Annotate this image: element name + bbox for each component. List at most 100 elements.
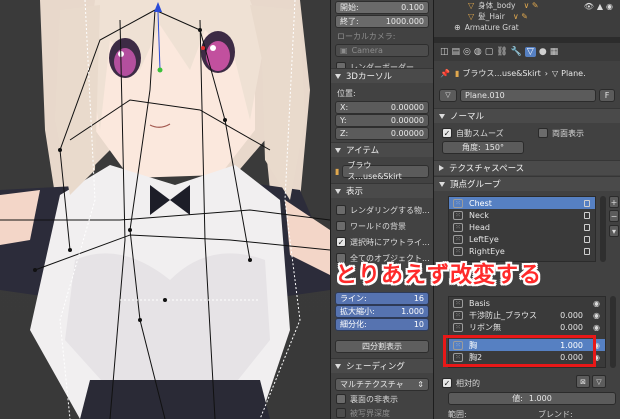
list-item[interactable]: ⁙ リボン無 0.000 ◉ bbox=[449, 321, 605, 333]
remove-vertex-group-button[interactable]: − bbox=[609, 210, 619, 222]
shading-panel-header[interactable]: シェーディング bbox=[331, 358, 433, 373]
double-sided-label: 両面表示 bbox=[552, 128, 584, 138]
fake-user-button[interactable]: F bbox=[599, 88, 615, 102]
relative-label: 相対的 bbox=[456, 378, 480, 388]
mesh-browse-button[interactable]: ▽ bbox=[439, 88, 457, 102]
mesh-name-field[interactable]: Plane.010 bbox=[460, 88, 596, 102]
outliner-row-armature[interactable]: ⊕ Armature Grat bbox=[454, 22, 620, 33]
world-bg-checkbox[interactable]: ワールドの背景 bbox=[336, 220, 431, 232]
outline-selected-checkbox[interactable]: ✓ 選択時にアウトライ... bbox=[336, 236, 431, 248]
vertex-groups-label: 頂点グループ bbox=[450, 180, 501, 190]
backface-label: 裏面の非表示 bbox=[350, 394, 398, 404]
data-tab-icon[interactable]: ▽ bbox=[524, 47, 536, 57]
double-sided-checkbox[interactable]: 両面表示 bbox=[538, 127, 618, 139]
rendering-only-checkbox[interactable]: レンダリングする物... bbox=[336, 204, 431, 216]
shape-key-scrollbar[interactable] bbox=[610, 296, 616, 368]
texture-space-header[interactable]: テクスチャスペース bbox=[434, 160, 620, 175]
cursor-y-field[interactable]: Y: 0.00000 bbox=[335, 113, 429, 127]
cursor-z-field[interactable]: Z: 0.00000 bbox=[335, 126, 429, 140]
vertex-group-icon: ⁙ bbox=[453, 222, 463, 232]
texture-tab-icon[interactable]: ▦ bbox=[550, 47, 559, 57]
cursor-z-label: Z: bbox=[340, 128, 349, 138]
properties-tabs[interactable]: ◫ ▤ ◎ ◍ ▢ ⛓ 🔧 ▽ ● ▦ bbox=[434, 43, 620, 61]
shading-mode-select[interactable]: マルチテクスチャ ⇕ bbox=[335, 377, 429, 391]
highlight-box bbox=[443, 335, 596, 367]
outliner-row-label: 身体_body bbox=[478, 1, 516, 10]
outliner-row-hair[interactable]: ▽ 髪_Hair ∨ ✎ bbox=[468, 11, 620, 22]
modifier-icon: ∨ ✎ bbox=[512, 12, 528, 21]
vertex-groups-header[interactable]: 頂点グループ bbox=[434, 176, 620, 191]
local-camera-field[interactable]: ▣ Camera bbox=[335, 43, 429, 57]
grid-subdiv-field[interactable]: 細分化: 10 bbox=[335, 317, 429, 331]
mesh-icon: ▽ bbox=[551, 68, 559, 78]
visibility-icons[interactable]: 👁▲◉ bbox=[584, 2, 616, 11]
modifiers-tab-icon[interactable]: 🔧 bbox=[511, 47, 522, 57]
clip-start-row[interactable]: 開始: 0.100 bbox=[335, 0, 429, 14]
pin-shape-button[interactable]: ⊠ bbox=[576, 375, 590, 388]
expand-icon bbox=[439, 113, 445, 119]
eye-icon[interactable]: ◉ bbox=[593, 299, 600, 308]
lock-icon[interactable] bbox=[584, 247, 590, 255]
breadcrumb-mesh[interactable]: Plane. bbox=[561, 69, 585, 78]
constraints-tab-icon[interactable]: ⛓ bbox=[496, 47, 507, 57]
item-name-field[interactable]: ブラウス...use&Skirt bbox=[342, 161, 429, 181]
world-tab-icon[interactable]: ◍ bbox=[474, 47, 482, 57]
material-tab-icon[interactable]: ● bbox=[539, 47, 547, 57]
lock-icon[interactable] bbox=[584, 223, 590, 231]
dof-checkbox[interactable]: 被写界深度 bbox=[336, 407, 431, 419]
render-tab-icon[interactable]: ◫ bbox=[440, 47, 449, 57]
eye-icon[interactable]: ◉ bbox=[593, 323, 600, 332]
expand-icon bbox=[335, 363, 341, 369]
auto-smooth-angle-field[interactable]: 角度: 150° bbox=[442, 141, 524, 154]
add-vertex-group-button[interactable]: + bbox=[609, 196, 619, 208]
camera-icon: ▣ bbox=[340, 45, 348, 55]
display-panel-header[interactable]: 表示 bbox=[331, 183, 433, 198]
list-item[interactable]: ⁙ Neck bbox=[449, 209, 595, 221]
backface-checkbox[interactable]: 裏面の非表示 bbox=[336, 393, 431, 405]
angle-value: 150° bbox=[484, 143, 504, 152]
list-item[interactable]: ⁙ Chest bbox=[449, 197, 595, 209]
location-label: 位置: bbox=[337, 89, 356, 98]
lock-icon[interactable] bbox=[584, 235, 590, 243]
list-item[interactable]: ⁙ 干渉防止_ブラウス 0.000 ◉ bbox=[449, 309, 605, 321]
item-name-value: ブラウス...use&Skirt bbox=[347, 161, 402, 181]
list-item[interactable]: ⁙ LeftEye bbox=[449, 233, 595, 245]
outline-selected-label: 選択時にアウトライ... bbox=[350, 237, 430, 247]
breadcrumb-object[interactable]: ブラウス...use&Skirt bbox=[462, 68, 540, 79]
breadcrumb: 📌 ▮ ブラウス...use&Skirt › ▽ Plane. bbox=[434, 62, 620, 84]
local-camera-value: Camera bbox=[351, 45, 383, 55]
lock-icon[interactable] bbox=[584, 199, 590, 207]
expand-icon bbox=[335, 188, 341, 194]
normals-panel-header[interactable]: ノーマル bbox=[434, 108, 620, 123]
layers-tab-icon[interactable]: ▤ bbox=[452, 47, 461, 57]
quad-view-button[interactable]: 四分割表示 bbox=[335, 339, 429, 353]
list-item[interactable]: ⁙ Head bbox=[449, 221, 595, 233]
grid-lines-field[interactable]: ライン: 16 bbox=[335, 291, 429, 305]
modifier-icon: ∨ ✎ bbox=[523, 1, 539, 10]
eye-icon[interactable]: ◉ bbox=[593, 311, 600, 320]
pin-icon[interactable]: 📌 bbox=[440, 69, 450, 78]
clip-end-field[interactable]: 終了: 1000.000 bbox=[335, 14, 429, 28]
angle-label: 角度: bbox=[462, 143, 481, 152]
cursor-z-value: 0.00000 bbox=[390, 128, 424, 138]
object-tab-icon[interactable]: ▢ bbox=[485, 47, 494, 57]
shape-key-value-slider[interactable]: 値: 1.000 bbox=[448, 392, 616, 405]
vertex-group-list[interactable]: ⁙ Chest ⁙ Neck ⁙ Head ⁙ LeftEye ⁙ RightE… bbox=[448, 196, 596, 262]
clip-end-row[interactable]: 終了: 1000.000 bbox=[335, 14, 429, 28]
cursor-x-field[interactable]: X: 0.00000 bbox=[335, 100, 429, 114]
list-item[interactable]: ⁙ Basis ◉ bbox=[449, 297, 605, 309]
list-item[interactable]: ⁙ RightEye bbox=[449, 245, 595, 257]
scene-tab-icon[interactable]: ◎ bbox=[463, 47, 471, 57]
3d-viewport[interactable] bbox=[0, 0, 330, 419]
item-panel-header[interactable]: アイテム bbox=[331, 142, 433, 157]
grid-scale-field[interactable]: 拡大縮小: 1.000 bbox=[335, 304, 429, 318]
lock-icon[interactable] bbox=[584, 211, 590, 219]
object-icon: ▽ bbox=[468, 12, 475, 21]
vertex-group-specials-button[interactable]: ▾ bbox=[609, 225, 619, 237]
edit-mode-shape-button[interactable]: ▽ bbox=[592, 375, 606, 388]
vertex-group-scrollbar[interactable] bbox=[600, 196, 606, 262]
clip-start-field[interactable]: 開始: 0.100 bbox=[335, 0, 429, 14]
rendering-only-label: レンダリングする物... bbox=[350, 205, 430, 215]
cursor-panel-header[interactable]: 3Dカーソル bbox=[331, 68, 433, 83]
dof-label: 被写界深度 bbox=[350, 408, 390, 418]
